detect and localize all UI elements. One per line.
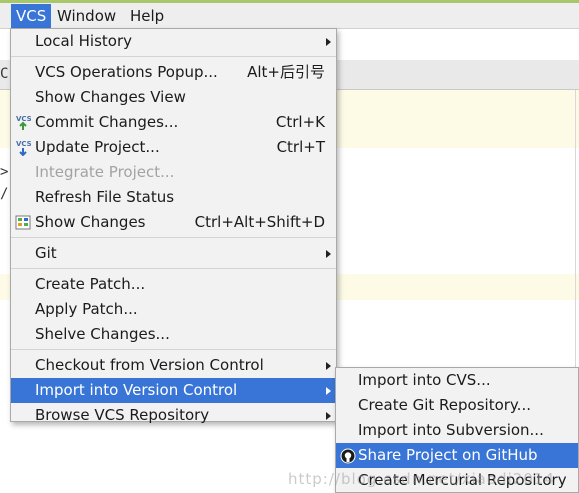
menu-item-shelve-changes[interactable]: Shelve Changes...: [11, 322, 336, 347]
menu-help[interactable]: Help: [125, 4, 169, 28]
svg-text:VCS: VCS: [16, 115, 31, 123]
submenu-arrow-icon: [326, 38, 331, 46]
menu-item-label: Git: [35, 244, 57, 262]
menu-item-git[interactable]: Git: [11, 241, 336, 266]
menu-item-label: Local History: [35, 32, 133, 50]
menu-item-refresh-file-status[interactable]: Refresh File Status: [11, 185, 336, 210]
submenu-arrow-icon: [326, 250, 331, 258]
submenu-item-label: Import into Subversion...: [358, 421, 544, 439]
submenu-arrow-icon: [326, 387, 331, 395]
submenu-item-share-project-on-github[interactable]: Share Project on GitHub: [336, 443, 578, 468]
svg-text:VCS: VCS: [16, 140, 31, 148]
menu-item-label: Show Changes View: [35, 88, 186, 106]
menu-item-shortcut: Ctrl+K: [275, 113, 325, 131]
menu-item-browse-vcs-repository[interactable]: Browse VCS Repository: [11, 403, 336, 428]
menu-item-integrate-project: Integrate Project...: [11, 160, 336, 185]
submenu-item-label: Import into CVS...: [358, 371, 491, 389]
menu-item-shortcut: Alt+后引号: [247, 63, 325, 81]
menu-item-label: Refresh File Status: [35, 188, 175, 206]
menu-item-vcs-operations-popup[interactable]: VCS Operations Popup... Alt+后引号: [11, 60, 336, 85]
menu-item-checkout-from-version-control[interactable]: Checkout from Version Control: [11, 353, 336, 378]
submenu-item-import-into-subversion[interactable]: Import into Subversion...: [336, 418, 578, 443]
menu-item-shortcut: Ctrl+Alt+Shift+D: [194, 213, 325, 231]
vcs-commit-icon: VCS: [15, 114, 32, 131]
menu-item-label: Integrate Project...: [35, 163, 175, 181]
menu-item-show-changes-view[interactable]: Show Changes View: [11, 85, 336, 110]
menu-item-label: Commit Changes...: [35, 113, 179, 131]
menu-item-label: Update Project...: [35, 138, 160, 156]
menu-item-label: Apply Patch...: [35, 300, 138, 318]
vcs-dropdown-menu: Local History VCS Operations Popup... Alt+…: [10, 28, 337, 424]
show-changes-icon: [15, 214, 31, 231]
menu-item-label: Shelve Changes...: [35, 325, 170, 343]
menu-item-update-project[interactable]: VCS Update Project... Ctrl+T: [11, 135, 336, 160]
menu-item-label: Browse VCS Repository: [35, 406, 210, 424]
menu-window[interactable]: Window: [52, 4, 121, 28]
submenu-item-import-into-cvs[interactable]: Import into CVS...: [336, 368, 578, 393]
submenu-item-label: Share Project on GitHub: [358, 446, 538, 464]
watermark: http://blog.csdn.net/xiaodi2014: [288, 470, 555, 488]
menu-item-show-changes[interactable]: Show Changes Ctrl+Alt+Shift+D: [11, 210, 336, 235]
menu-item-apply-patch[interactable]: Apply Patch...: [11, 297, 336, 322]
submenu-arrow-icon: [326, 412, 331, 420]
editor-fragment: /: [0, 186, 9, 202]
submenu-arrow-icon: [326, 362, 331, 370]
menu-item-create-patch[interactable]: Create Patch...: [11, 272, 336, 297]
menu-item-label: Create Patch...: [35, 275, 146, 293]
menu-item-label: VCS Operations Popup...: [35, 63, 218, 81]
menu-item-local-history[interactable]: Local History: [11, 29, 336, 54]
vcs-update-icon: VCS: [15, 139, 32, 157]
editor-divider: [575, 90, 576, 380]
menu-vcs[interactable]: VCS: [11, 4, 52, 28]
menu-item-shortcut: Ctrl+T: [276, 138, 325, 156]
menu-item-import-into-version-control[interactable]: Import into Version Control: [11, 378, 336, 403]
menu-item-label: Show Changes: [35, 213, 146, 231]
editor-fragment: >: [0, 164, 9, 180]
submenu-item-label: Create Git Repository...: [358, 396, 531, 414]
menu-item-label: Import into Version Control: [35, 381, 238, 399]
github-icon: [340, 447, 356, 464]
editor-fragment: C: [0, 66, 9, 82]
menu-item-label: Checkout from Version Control: [35, 356, 264, 374]
menu-bar: VCS Window Help: [0, 3, 579, 29]
menu-item-commit-changes[interactable]: VCS Commit Changes... Ctrl+K: [11, 110, 336, 135]
submenu-item-create-git-repository[interactable]: Create Git Repository...: [336, 393, 578, 418]
